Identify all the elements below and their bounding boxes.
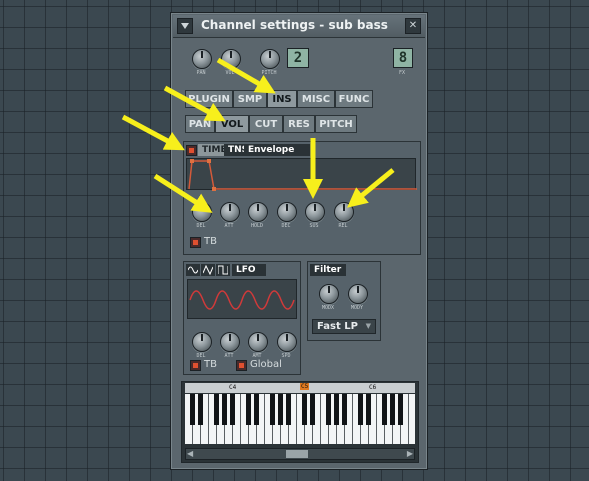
annotation-arrows: [121, 57, 395, 213]
arrow-to-ins-tab: [216, 57, 276, 94]
arrow-to-rel-knob: [347, 168, 395, 208]
arrow-to-vol-tab: [163, 85, 226, 122]
arrow-to-envelope-enable: [121, 114, 185, 151]
arrow-to-del-knob: [153, 173, 213, 213]
desktop: { "window": { "title": "Channel settings…: [0, 0, 589, 481]
